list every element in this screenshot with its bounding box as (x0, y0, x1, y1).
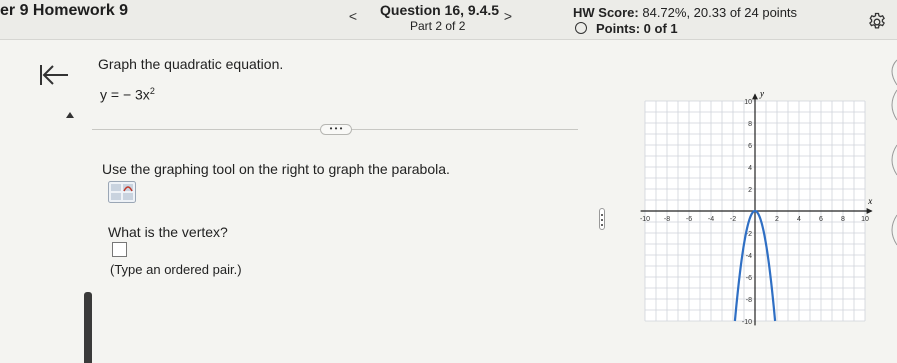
vertex-answer-input[interactable] (112, 242, 127, 257)
y-axis-label: y (759, 88, 764, 98)
y-tick-label: 4 (748, 165, 752, 172)
homework-title: er 9 Homework 9 (0, 2, 129, 19)
collapse-triangle-icon[interactable] (66, 112, 74, 118)
x-tick-label: 4 (797, 216, 801, 223)
next-question-button[interactable]: > (500, 6, 516, 26)
header-bar: er 9 Homework 9 < Question 16, 9.4.5 Par… (0, 0, 897, 40)
hw-score-label: HW Score: (573, 5, 639, 20)
x-tick-label: 10 (861, 216, 869, 223)
x-axis-arrow (866, 208, 873, 214)
y-tick-label: -6 (746, 275, 752, 282)
equation-exponent: 2 (149, 86, 155, 96)
question-title: Question 16, 9.4.5 (380, 2, 500, 18)
x-tick-label: -4 (708, 216, 714, 223)
vertex-question: What is the vertex? (108, 224, 228, 240)
y-axis-arrow (752, 93, 758, 100)
y-tick-label: -8 (746, 297, 752, 304)
y-tick-label: -4 (746, 253, 752, 260)
y-tick-label: -10 (742, 319, 752, 326)
graph-tool-icon[interactable] (108, 181, 136, 203)
y-tick-label: 2 (748, 187, 752, 194)
x-tick-label: -8 (664, 216, 670, 223)
y-tick-label: 8 (748, 121, 752, 128)
gear-icon[interactable] (867, 12, 887, 32)
more-button[interactable]: • • • (320, 124, 352, 135)
x-tick-label: 2 (775, 216, 779, 223)
x-axis-label: x (867, 196, 872, 206)
instruction-text: Use the graphing tool on the right to gr… (102, 161, 450, 177)
x-tick-label: -2 (730, 216, 736, 223)
arrow-left-bar-icon[interactable] (38, 62, 70, 88)
side-panel-edge (891, 59, 897, 246)
question-prompt: Graph the quadratic equation. (98, 56, 284, 72)
question-part: Part 2 of 2 (410, 19, 466, 33)
coordinate-graph[interactable]: -10 -8 -6 -4 -2 2 4 6 8 10108642-2-4-6-8-10 y x (600, 60, 890, 350)
scrollbar[interactable] (84, 292, 92, 363)
x-tick-label: -6 (686, 216, 692, 223)
previous-question-button[interactable]: < (345, 6, 361, 26)
x-tick-label: 6 (819, 216, 823, 223)
circle-outline-icon (575, 22, 587, 34)
equation: y = − 3x2 (100, 86, 155, 103)
points-status: Points: 0 of 1 (596, 21, 678, 36)
x-tick-label: 8 (841, 216, 845, 223)
answer-hint: (Type an ordered pair.) (110, 262, 242, 277)
x-tick-label: -10 (640, 216, 650, 223)
hw-score: HW Score: 84.72%, 20.33 of 24 points (573, 5, 797, 20)
y-tick-label: 10 (744, 99, 752, 106)
equation-lhs: y = − 3x (100, 86, 150, 103)
y-tick-label: 6 (748, 143, 752, 150)
hw-score-value: 84.72%, 20.33 of 24 points (642, 5, 798, 20)
